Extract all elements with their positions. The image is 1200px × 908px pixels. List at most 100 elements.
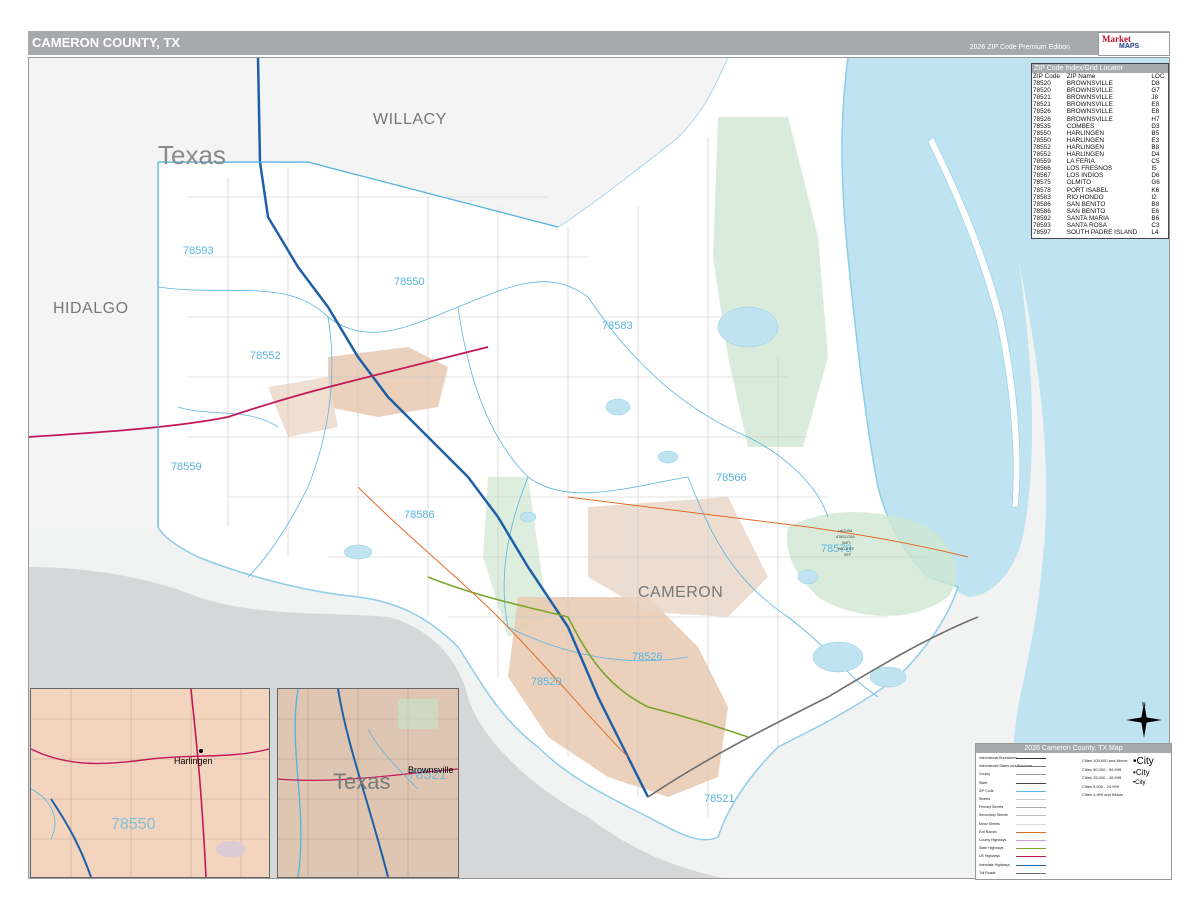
zip-index-row: 78526 BROWNSVILLE E8 [1032,108,1168,115]
zip-index-row: 78566 LOS FRESNOS I5 [1032,165,1168,172]
county-label-cameron: CAMERON [638,584,723,601]
zip-index-row: 78520 BROWNSVILLE D8 [1032,80,1168,87]
zip-index-cell-zip: 78578 [1033,186,1051,194]
legend-item-swatch [1016,774,1046,776]
legend-item-swatch [1016,856,1046,858]
zip-index-cell-zip: 78526 [1033,115,1051,123]
map-legend: 2026 Cameron County, TX Map Internationa… [975,743,1172,880]
zip-index-cell-zip: 78575 [1033,179,1051,187]
legend-item-label: Minor Streets [979,821,1000,826]
legend-item-label: County [979,772,991,777]
zip-index-cell-name: HARLINGEN [1066,129,1104,137]
zip-index-cell-zip: 78550 [1033,129,1051,137]
hidalgo-county [28,57,158,527]
zip-index-cell-loc: K6 [1151,186,1160,194]
legend-population-label: Cities 50,000 - 99,999 [1082,766,1122,772]
legend-population-label: Cities 100,000 and Above [1082,758,1128,763]
legend-item-swatch [1016,848,1046,850]
zip-index-cell-zip: 78597 [1033,229,1051,237]
zip-index-header-row: ZIP Code ZIP Name LOC [1032,73,1168,80]
svg-text:N: N [1142,702,1146,708]
zip-index-cell-zip: 78586 [1033,207,1051,215]
zip-index-cell-zip: 78552 [1033,143,1051,151]
zip-index-cell-zip: 78521 [1033,94,1051,102]
zip-index-row: 78552 HARLINGEN B8 [1032,144,1168,151]
zip-index-cell-name: PORT ISABEL [1066,186,1109,194]
brownsville-inset-state: Texas [333,769,390,794]
legend-item-label: Exit Ramps [979,829,997,834]
zip-index-cell-zip: 78520 [1033,80,1051,88]
legend-item-label: County Highways [979,838,1007,842]
legend-item-swatch [1016,799,1046,800]
zip-index-row: 78520 BROWNSVILLE G7 [1032,87,1168,94]
zip-index-cell-loc: B5 [1151,129,1160,137]
legend-item-swatch [1016,782,1046,784]
zip-index-cell-name: SAN BENITO [1066,207,1106,215]
refuge-label-line3: NAT'L [842,541,851,545]
legend-item-label: ZIP Code [979,788,994,793]
zip-index-cell-zip: 78521 [1033,101,1051,109]
zip-index-cell-loc: C3 [1151,221,1160,229]
legend-item-swatch [1016,790,1046,792]
zip-index-row: 78521 BROWNSVILLE J8 [1032,94,1168,101]
zip-index-col-loc: LOC [1151,73,1165,80]
zip-index-cell-loc: L4 [1151,229,1159,237]
title-bar: CAMERON COUNTY, TX 2026 ZIP Code Premium… [28,31,1170,55]
legend-item-label: Secondary Streets [979,813,1008,818]
zip-index-cell-loc: E8 [1151,101,1160,109]
brownsville-inset-city: Brownsville [408,765,454,775]
zip-index-cell-name: SAN BENITO [1066,200,1106,208]
zip-index-row: 78583 RIO HONDO I2 [1032,194,1168,201]
legend-item-label: Interstate Highways [979,862,1010,867]
zip-index-row: 78535 COMBES D3 [1032,123,1168,130]
zip-label-78583: 78583 [602,320,633,332]
zip-label-78593: 78593 [183,245,214,257]
harlingen-inset-zip: 78550 [111,816,156,833]
zip-index-cell-name: BROWNSVILLE [1066,101,1113,109]
compass-rose-icon: N [1126,702,1162,738]
logo-line2: MAPS [1119,43,1140,50]
map-title: CAMERON COUNTY, TX [32,35,181,50]
zip-index-cell-loc: I5 [1151,165,1157,173]
zip-index-row: 78526 BROWNSVILLE H7 [1032,116,1168,123]
zip-index-cell-name: SANTA ROSA [1066,221,1108,229]
zip-index-cell-loc: G6 [1151,179,1160,187]
legend-item-swatch [1016,864,1046,866]
zip-index-row: 78550 HARLINGEN B5 [1032,130,1168,137]
legend-item-swatch [1016,840,1046,841]
zip-index-cell-zip: 78566 [1033,165,1051,173]
harlingen-inset: 78550 Harlingen [30,688,270,878]
zip-index-cell-loc: B8 [1151,143,1160,151]
zip-index-cell-loc: J8 [1151,94,1159,102]
zip-label-78526: 78526 [632,651,663,663]
zip-index-cell-zip: 78559 [1033,158,1051,166]
zip-index-cell-name: HARLINGEN [1066,136,1104,144]
zip-index-row: 78586 SAN BENITO B8 [1032,201,1168,208]
legend-item-label: State [979,780,988,785]
zip-index-cell-zip: 78526 [1033,108,1051,116]
zip-label-78559: 78559 [171,461,202,473]
state-label: Texas [158,140,226,170]
zip-index-cell-zip: 78586 [1033,200,1051,208]
zip-index-cell-loc: D4 [1151,151,1160,159]
zip-index-cell-name: BROWNSVILLE [1066,115,1113,123]
county-label-willacy: WILLACY [373,111,447,128]
zip-index-col-zip: ZIP Code [1033,73,1060,80]
county-label-hidalgo: HIDALGO [53,300,129,317]
refuge-label-line4: WILDLIFE [838,547,855,551]
legend-item-swatch [1016,807,1046,809]
zip-index-row: 78559 LA FERIA C5 [1032,158,1168,165]
zip-index-cell-zip: 78520 [1033,87,1051,95]
zip-index-cell-loc: C5 [1151,158,1160,166]
zip-index-cell-zip: 78592 [1033,214,1051,222]
zip-index-title: ZIP Code Index/Grid Locator [1032,64,1168,73]
zip-index-cell-name: COMBES [1066,122,1095,130]
zip-index-cell-name: LA FERIA [1066,158,1095,166]
zip-index-cell-loc: D6 [1151,172,1160,180]
zip-index-cell-name: BROWNSVILLE [1066,80,1113,88]
zip-index-cell-loc: D3 [1151,122,1160,130]
zip-index-row: 78575 OLMITO G6 [1032,179,1168,186]
legend-item-label: US Highways [979,854,1001,859]
zip-label-78566: 78566 [716,472,747,484]
zip-index-cell-loc: E6 [1151,207,1160,215]
